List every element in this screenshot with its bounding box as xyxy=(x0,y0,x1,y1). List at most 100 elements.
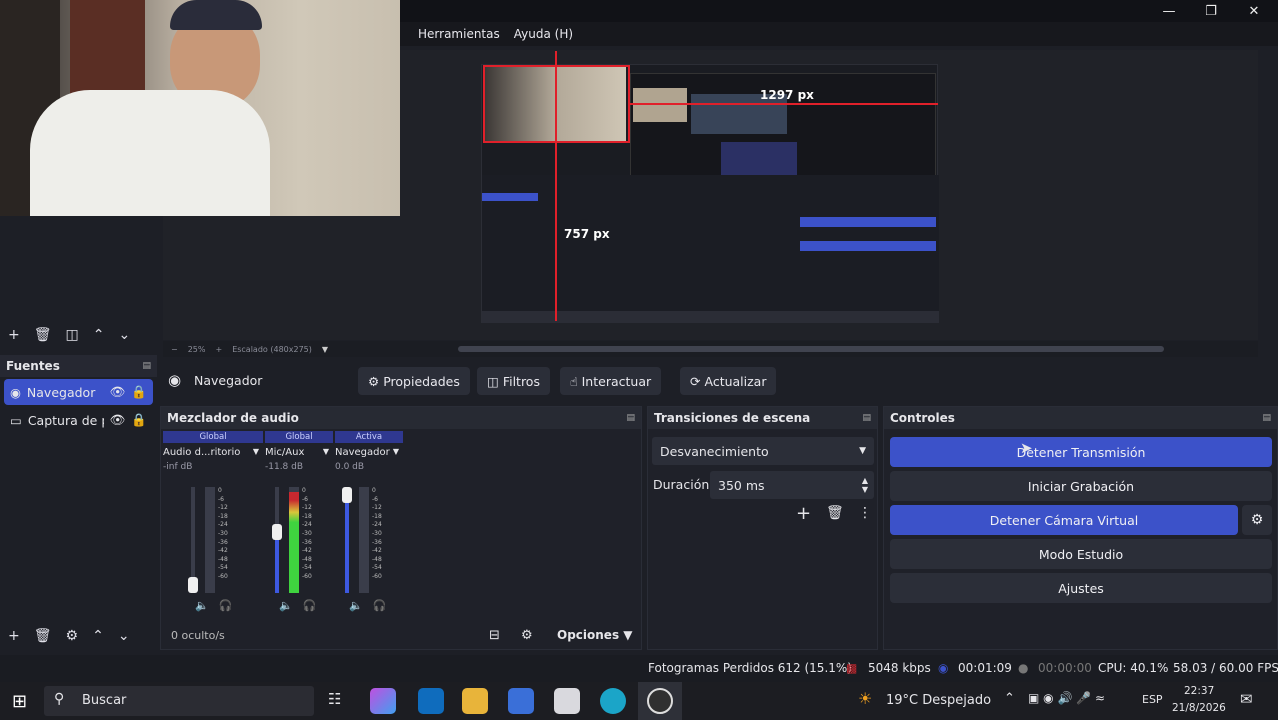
scale-tick: -36 xyxy=(302,538,312,546)
speaker-icon[interactable]: 🔈 xyxy=(279,599,293,612)
fader-knob[interactable] xyxy=(272,524,282,541)
clock-date[interactable]: 21/8/2026 xyxy=(1172,702,1226,714)
mail-icon[interactable] xyxy=(554,688,580,714)
minimize-icon[interactable]: — xyxy=(1148,0,1190,22)
chevron-down-icon[interactable]: ⌄ xyxy=(118,327,130,343)
menu-herramientas[interactable]: Herramientas xyxy=(418,27,500,41)
add-source-icon[interactable]: + xyxy=(8,628,20,644)
undock-icon[interactable]: ▤ xyxy=(862,413,871,423)
chevron-up-icon[interactable]: ⌃ xyxy=(93,327,105,343)
chevron-up-icon[interactable]: ⌃ xyxy=(92,628,104,644)
duration-value: 350 ms xyxy=(718,477,765,493)
trash-icon[interactable]: 🗑 xyxy=(34,327,52,343)
stream-time: 00:01:09 xyxy=(958,661,1012,675)
trash-icon[interactable]: 🗑 xyxy=(34,628,52,644)
fader-knob[interactable] xyxy=(342,487,352,503)
scenes-panel: + 🗑 ◫ ⌃ ⌄ xyxy=(0,216,157,354)
trash-icon[interactable]: 🗑 xyxy=(826,505,844,521)
speaker-icon[interactable]: 🔈 xyxy=(349,599,363,612)
virtual-camera-settings-button[interactable]: ⚙ xyxy=(1242,505,1272,535)
copilot-icon[interactable] xyxy=(370,688,396,714)
undock-icon[interactable]: ▤ xyxy=(1262,413,1271,423)
volume-fader[interactable] xyxy=(342,487,352,593)
notification-icon[interactable]: ✉ xyxy=(1240,690,1253,708)
source-item-captura[interactable]: ▭ Captura de p 👁 🔒 xyxy=(4,407,153,433)
eye-icon[interactable]: 👁 xyxy=(110,412,126,428)
stop-virtual-camera-button[interactable]: Detener Cámara Virtual xyxy=(890,505,1238,535)
monitor-icon: ▭ xyxy=(10,412,22,428)
lock-icon[interactable]: 🔒 xyxy=(131,384,147,400)
headphones-icon[interactable]: 🎧 xyxy=(303,599,317,612)
close-icon[interactable]: ✕ xyxy=(1233,0,1275,22)
more-icon[interactable]: ⋮ xyxy=(858,505,872,521)
transition-select[interactable]: Desvanecimiento ▼ xyxy=(652,437,874,465)
duration-label: Duración xyxy=(653,477,710,492)
store-icon[interactable] xyxy=(508,688,534,714)
layout-icon[interactable]: ⊟ xyxy=(489,628,500,643)
channel-mode[interactable]: Global xyxy=(265,431,333,443)
restore-icon[interactable]: ❐ xyxy=(1190,0,1232,22)
scale-tick: -42 xyxy=(302,547,312,555)
obs-taskbar-button[interactable] xyxy=(638,682,682,720)
scale-tick: -54 xyxy=(218,564,228,572)
eye-icon[interactable]: 👁 xyxy=(110,384,126,400)
settings-button[interactable]: Ajustes xyxy=(890,573,1272,603)
options-button[interactable]: Opciones ▼ xyxy=(557,628,633,642)
zoom-in-button[interactable]: + xyxy=(215,345,222,354)
filter-icon[interactable]: ◫ xyxy=(66,327,79,343)
undock-icon[interactable]: ▤ xyxy=(142,361,151,371)
filters-button[interactable]: ◫ Filtros xyxy=(477,367,550,395)
menu-ayuda[interactable]: Ayuda (H) xyxy=(514,27,573,41)
scale-tick: -48 xyxy=(372,555,382,563)
task-view-icon[interactable]: ☷ xyxy=(328,690,341,708)
channel-menu-icon[interactable]: ▼ xyxy=(393,447,399,458)
channel-mode[interactable]: Activa xyxy=(335,431,403,443)
volume-fader[interactable] xyxy=(188,487,198,593)
chevron-down-icon[interactable]: ⌄ xyxy=(118,628,130,644)
scale-tick: -54 xyxy=(302,564,312,572)
start-recording-button[interactable]: Iniciar Grabación xyxy=(890,471,1272,501)
source-item-navegador[interactable]: ◉ Navegador 👁 🔒 xyxy=(4,379,153,405)
headphones-icon[interactable]: 🎧 xyxy=(373,599,387,612)
edge-icon[interactable] xyxy=(600,688,626,714)
outlook-icon[interactable] xyxy=(418,688,444,714)
clock-time[interactable]: 22:37 xyxy=(1184,685,1214,697)
preview-scrollbar[interactable] xyxy=(458,346,1164,352)
stepper-icon[interactable]: ▲ ▼ xyxy=(862,476,868,494)
weather-text[interactable]: 19°C Despejado xyxy=(886,693,991,708)
volume-fader[interactable] xyxy=(272,487,282,593)
refresh-button[interactable]: ⟳ Actualizar xyxy=(680,367,777,395)
tray-icons[interactable]: ▣ ◉ 🔊 🎤 ≈ xyxy=(1028,691,1105,705)
interact-button[interactable]: ☝ Interactuar xyxy=(560,367,662,395)
fader-knob[interactable] xyxy=(188,577,198,593)
channel-db: -11.8 dB xyxy=(265,462,304,472)
channel-menu-icon[interactable]: ▼ xyxy=(323,447,329,458)
add-scene-icon[interactable]: + xyxy=(8,327,20,343)
gear-icon[interactable]: ⚙ xyxy=(521,628,533,643)
sources-dock: Fuentes ▤ ◉ Navegador 👁 🔒 ▭ Captura de p… xyxy=(0,355,157,650)
studio-mode-button[interactable]: Modo Estudio xyxy=(890,539,1272,569)
headphones-icon[interactable]: 🎧 xyxy=(219,599,233,612)
properties-button[interactable]: ⚙ Propiedades xyxy=(358,367,470,395)
channel-mode[interactable]: Global xyxy=(163,431,263,443)
zoom-dropdown-icon[interactable]: ▼ xyxy=(322,345,328,354)
zoom-out-button[interactable]: − xyxy=(171,345,178,354)
chevron-down-icon: ▼ xyxy=(859,446,866,456)
duration-stepper[interactable]: 350 ms ▲ ▼ xyxy=(710,471,874,499)
tray-chevron-icon[interactable]: ⌃ xyxy=(1004,691,1015,706)
gear-icon[interactable]: ⚙ xyxy=(66,628,79,644)
windows-start-icon[interactable]: ⊞ xyxy=(12,691,27,712)
language[interactable]: ESP xyxy=(1142,693,1163,706)
channel-db: -inf dB xyxy=(163,462,193,472)
add-transition-icon[interactable]: + xyxy=(796,503,811,524)
file-explorer-icon[interactable] xyxy=(462,688,488,714)
meter-scale: 0 -6 -12 -18 -24 -30 -36 -42 -48 -54 -60 xyxy=(372,487,382,582)
lock-icon[interactable]: 🔒 xyxy=(131,412,147,428)
scale-tick: -18 xyxy=(218,512,228,520)
preview-canvas[interactable]: 1297 px 757 px xyxy=(481,51,939,323)
channel-menu-icon[interactable]: ▼ xyxy=(253,447,259,458)
stop-streaming-button[interactable]: Detener Transmisión xyxy=(890,437,1272,467)
taskbar-search[interactable]: ⚲ Buscar xyxy=(44,686,314,716)
speaker-icon[interactable]: 🔈 xyxy=(195,599,209,612)
undock-icon[interactable]: ▤ xyxy=(626,413,635,423)
